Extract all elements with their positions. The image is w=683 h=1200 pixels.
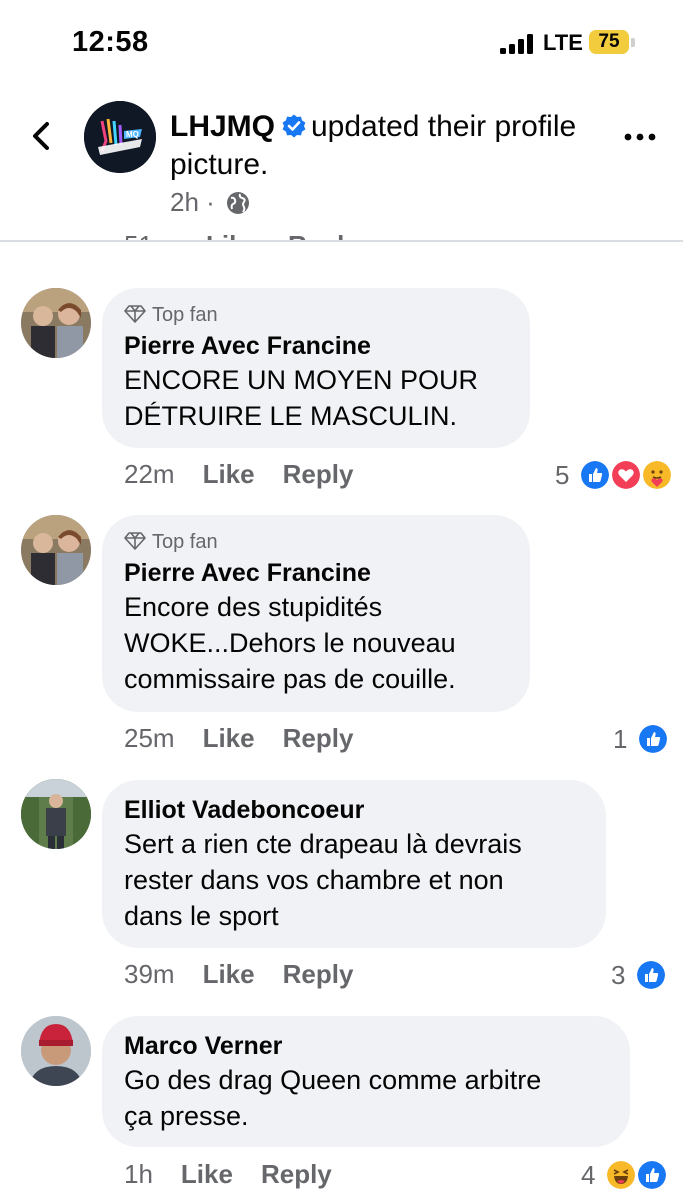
comment-text-line: DÉTRUIRE LE MASCULIN. bbox=[124, 401, 458, 431]
comment-bubble: Elliot Vadeboncoeur Sert a rien cte drap… bbox=[102, 780, 606, 948]
more-horizontal-icon[interactable] bbox=[622, 126, 658, 148]
comment-time[interactable]: 39m bbox=[124, 959, 175, 989]
reaction-count: 1 bbox=[613, 723, 628, 754]
comment-author[interactable]: Elliot Vadeboncoeur bbox=[124, 794, 584, 826]
reply-button[interactable]: Reply bbox=[283, 723, 354, 753]
reply-button[interactable]: Reply bbox=[283, 459, 354, 489]
like-reaction-icon bbox=[634, 959, 667, 992]
svg-text:MQ: MQ bbox=[126, 130, 139, 139]
like-reaction-icon bbox=[635, 1159, 668, 1192]
badge-label: Top fan bbox=[152, 531, 218, 553]
globe-icon bbox=[227, 192, 250, 214]
comment-actions: 25m Like Reply bbox=[124, 723, 353, 754]
status-time: 12:58 bbox=[72, 26, 149, 58]
avatar-photo bbox=[21, 288, 91, 358]
reaction-summary[interactable]: 5 bbox=[555, 458, 674, 492]
top-fan-badge: Top fan bbox=[124, 302, 508, 328]
comment-time[interactable]: 25m bbox=[124, 723, 175, 753]
page-avatar[interactable]: MQ bbox=[84, 101, 156, 173]
chevron-left-icon[interactable] bbox=[24, 118, 60, 154]
comment-text-line: ça presse. bbox=[124, 1101, 249, 1131]
comment-text-line: commissaire pas de couille. bbox=[124, 664, 456, 694]
lhjmq-logo-icon: MQ bbox=[84, 101, 156, 173]
comment-bubble: Top fan Pierre Avec Francine ENCORE UN M… bbox=[102, 288, 530, 448]
comment-actions: 22m Like Reply bbox=[124, 459, 353, 490]
commenter-avatar[interactable] bbox=[21, 288, 91, 358]
comment-bubble: Top fan Pierre Avec Francine Encore des … bbox=[102, 515, 530, 712]
care-reaction-icon bbox=[641, 459, 674, 492]
comment-author[interactable]: Pierre Avec Francine bbox=[124, 557, 508, 589]
top-fan-badge: Top fan bbox=[124, 529, 508, 555]
diamond-icon bbox=[124, 305, 146, 323]
cellular-signal-icon bbox=[500, 34, 534, 54]
header-divider bbox=[0, 240, 683, 242]
commenter-avatar[interactable] bbox=[21, 1016, 91, 1086]
commenter-avatar[interactable] bbox=[21, 515, 91, 585]
meta-separator: · bbox=[206, 187, 215, 217]
love-reaction-icon bbox=[609, 459, 642, 492]
reaction-count: 5 bbox=[555, 459, 570, 490]
comment-text-line: Go des drag Queen comme arbitre bbox=[124, 1065, 542, 1095]
like-reaction-icon bbox=[578, 459, 611, 492]
avatar-photo bbox=[21, 1016, 91, 1086]
comment-bubble: Marco Verner Go des drag Queen comme arb… bbox=[102, 1016, 630, 1147]
reply-button[interactable]: Reply bbox=[283, 959, 354, 989]
comment-text-line: rester dans vos chambre et non bbox=[124, 865, 504, 895]
comment-text-line: Sert a rien cte drapeau là devrais bbox=[124, 829, 522, 859]
comment-text-line: WOKE...Dehors le nouveau bbox=[124, 628, 456, 658]
like-button[interactable]: Like bbox=[181, 1159, 233, 1189]
comment-text-line: Encore des stupidités bbox=[124, 592, 383, 622]
like-button[interactable]: Like bbox=[203, 959, 255, 989]
comment-author[interactable]: Pierre Avec Francine bbox=[124, 330, 508, 362]
diamond-icon bbox=[124, 532, 146, 550]
reaction-count: 3 bbox=[611, 959, 626, 990]
like-reaction-icon bbox=[636, 723, 669, 756]
comment-actions: 1h Like Reply bbox=[124, 1159, 332, 1190]
avatar-photo bbox=[21, 515, 91, 585]
comment-time[interactable]: 1h bbox=[124, 1159, 153, 1189]
comment-text-line: dans le sport bbox=[124, 901, 279, 931]
reaction-summary[interactable]: 3 bbox=[611, 958, 667, 992]
badge-label: Top fan bbox=[152, 304, 218, 326]
haha-reaction-icon bbox=[604, 1159, 637, 1192]
reaction-count: 4 bbox=[581, 1159, 596, 1190]
post-timestamp[interactable]: 2h bbox=[170, 187, 199, 217]
page-name[interactable]: LHJMQ bbox=[170, 110, 275, 143]
reaction-summary[interactable]: 4 bbox=[581, 1158, 668, 1192]
commenter-avatar[interactable] bbox=[21, 779, 91, 849]
post-meta: 2h · bbox=[170, 187, 250, 218]
verified-badge-icon bbox=[282, 114, 306, 138]
carrier-label: LTE bbox=[543, 30, 583, 55]
avatar-photo bbox=[21, 779, 91, 849]
post-headline: LHJMQ updated their profile picture. bbox=[170, 108, 600, 184]
like-button[interactable]: Like bbox=[203, 459, 255, 489]
previous-comment-actions: 51m Like Reply bbox=[0, 216, 683, 242]
comment-time[interactable]: 22m bbox=[124, 459, 175, 489]
reply-button[interactable]: Reply bbox=[261, 1159, 332, 1189]
comment-author[interactable]: Marco Verner bbox=[124, 1030, 608, 1062]
status-bar: 12:58 LTE 75 bbox=[0, 0, 683, 88]
comment-text-line: ENCORE UN MOYEN POUR bbox=[124, 365, 479, 395]
like-button[interactable]: Like bbox=[203, 723, 255, 753]
battery-icon: 75 bbox=[589, 30, 629, 54]
reaction-summary[interactable]: 1 bbox=[613, 722, 669, 756]
battery-cap bbox=[631, 38, 635, 47]
comment-actions: 39m Like Reply bbox=[124, 959, 353, 990]
